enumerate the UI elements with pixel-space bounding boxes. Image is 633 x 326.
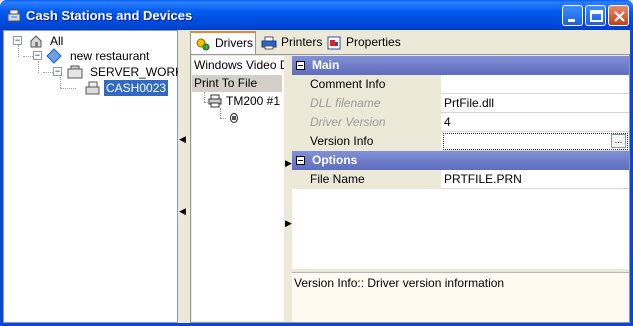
device-tree[interactable]: Windows Video Dr Print To File TM200 #1 [192, 56, 284, 321]
property-row[interactable]: Version Info ... [292, 132, 629, 151]
cash-register-icon [85, 81, 100, 95]
property-value[interactable] [442, 75, 629, 94]
tree-node-label: All [50, 34, 64, 48]
tree-node-cash[interactable]: CASH0023 [84, 79, 176, 97]
property-row[interactable]: Comment Info [292, 75, 629, 94]
property-name: Version Info [306, 132, 441, 151]
drivers-icon [196, 38, 210, 51]
printer-icon [261, 36, 277, 50]
row-gutter [292, 94, 306, 113]
tree-node-label: new restaurant [70, 49, 150, 63]
device-splitter[interactable]: ▶ ▶ [284, 56, 292, 321]
property-row[interactable]: DLL filename PrtFile.dll [292, 94, 629, 113]
category-main[interactable]: Main [292, 56, 629, 75]
minimize-button[interactable] [562, 5, 583, 26]
collapse-icon[interactable]: − [53, 67, 62, 76]
close-icon [614, 11, 625, 22]
minimize-icon [568, 19, 575, 22]
restaurant-icon [46, 48, 62, 64]
window-client: − All − new restaurant − SERVER_WORK CAS… [3, 30, 630, 323]
tree-splitter[interactable]: ◀ ◀ [178, 30, 188, 323]
property-value[interactable]: PrtFile.dll [442, 94, 629, 113]
property-name: DLL filename [306, 94, 441, 113]
tree-line [204, 92, 205, 102]
category-label: Options [312, 153, 358, 167]
property-name: Comment Info [306, 75, 441, 94]
tree-line [220, 108, 221, 118]
device-print-to-file[interactable]: Print To File [192, 75, 282, 92]
property-row[interactable]: File Name PRTFILE.PRN [292, 170, 629, 189]
property-row[interactable]: Driver Version 4 [292, 113, 629, 132]
collapse-left-icon[interactable]: ◀ [179, 206, 186, 217]
drivers-panel: Windows Video Dr Print To File TM200 #1 … [190, 54, 630, 323]
category-options[interactable]: Options [292, 151, 629, 170]
tree-node-all[interactable]: − All [11, 33, 176, 49]
tab-properties[interactable]: Properties [322, 32, 401, 53]
category-label: Main [312, 58, 340, 72]
tab-label: Printers [281, 35, 323, 49]
property-name: Driver Version [306, 113, 441, 132]
globe-icon [30, 35, 42, 48]
expand-right-icon[interactable]: ▶ [285, 218, 292, 229]
device-header: Windows Video Dr [194, 58, 284, 72]
tree-node-label: SERVER_WORK [90, 65, 184, 79]
title-bar[interactable]: Cash Stations and Devices [0, 0, 633, 30]
property-description: Version Info:: Driver version informatio… [292, 272, 629, 322]
row-gutter [292, 132, 306, 151]
collapse-icon[interactable]: − [33, 51, 42, 60]
property-value[interactable]: 4 [442, 113, 629, 132]
row-gutter [292, 170, 306, 189]
collapse-icon[interactable]: − [13, 36, 22, 45]
tree-line [60, 88, 76, 89]
properties-icon [327, 36, 341, 50]
collapse-icon[interactable] [296, 156, 305, 165]
collapse-left-icon[interactable]: ◀ [179, 134, 186, 145]
collapse-icon[interactable] [296, 61, 305, 70]
tab-drivers[interactable]: Drivers [190, 31, 256, 54]
tree-node-label: CASH0023 [102, 79, 170, 97]
expand-right-icon[interactable]: ▶ [285, 158, 292, 169]
device-icon [230, 113, 238, 123]
row-gutter [292, 113, 306, 132]
tree-node-restaurant[interactable]: − new restaurant [31, 48, 176, 64]
property-name: File Name [306, 170, 441, 189]
property-value[interactable]: ... [442, 132, 629, 151]
server-icon [67, 65, 83, 79]
maximize-icon [590, 10, 603, 22]
station-tree[interactable]: − All − new restaurant − SERVER_WORK CAS… [3, 30, 183, 323]
tab-label: Drivers [215, 36, 253, 50]
tab-strip: Drivers Printers Properties [190, 30, 630, 54]
printer-icon [208, 94, 222, 108]
property-value[interactable]: PRTFILE.PRN [442, 170, 629, 189]
ellipsis-button[interactable]: ... [611, 134, 626, 148]
window-title: Cash Stations and Devices [26, 8, 193, 23]
row-gutter [292, 75, 306, 94]
tab-printers[interactable]: Printers [257, 32, 323, 53]
app-window: Cash Stations and Devices − All − new re… [0, 0, 633, 326]
property-grid[interactable]: Main Comment Info DLL filename PrtFile.d… [292, 56, 629, 269]
maximize-button[interactable] [585, 5, 606, 26]
close-button[interactable] [608, 5, 629, 26]
tab-label: Properties [346, 35, 401, 49]
tree-line [220, 118, 226, 119]
cash-register-icon [7, 9, 21, 22]
device-tm200[interactable]: TM200 #1 [226, 94, 280, 108]
tree-node-server[interactable]: − SERVER_WORK [51, 64, 183, 80]
